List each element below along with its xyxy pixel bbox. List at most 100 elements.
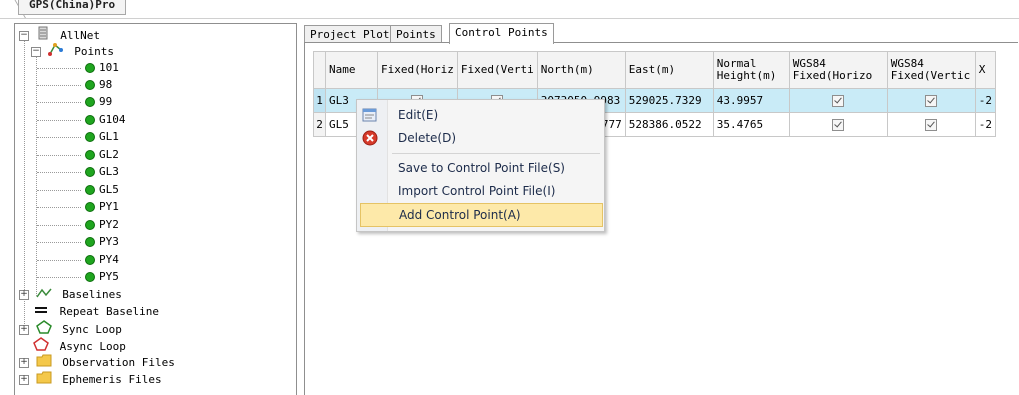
expand-icon[interactable]: +: [19, 358, 29, 368]
tree-point[interactable]: 101: [85, 59, 119, 76]
tree-point[interactable]: PY3: [85, 233, 119, 250]
tree-group-label: Async Loop: [59, 339, 126, 353]
repeat-baseline-icon: [33, 304, 49, 321]
wgs84-fixed-horiz-checkbox[interactable]: [788, 112, 888, 137]
window-tab[interactable]: GPS(China)Pro: [18, 0, 127, 15]
tree-point-label: GL1: [99, 130, 119, 143]
menu-item-label: Add Control Point(A): [399, 208, 521, 222]
column-header[interactable]: Fixed(Horiz: [377, 51, 458, 89]
tree-point-label: 98: [99, 78, 113, 91]
tree-point[interactable]: PY2: [85, 216, 119, 233]
point-dot-icon: [85, 132, 95, 142]
tree-connector: [24, 36, 25, 326]
cell-east[interactable]: 528386.0522: [624, 112, 714, 137]
menu-item-label: Save to Control Point File(S): [398, 161, 565, 175]
tree-group-label: Ephemeris Files: [62, 373, 162, 386]
tree-sync-loop[interactable]: + Sync Loop: [19, 320, 122, 337]
tree-connector: [37, 260, 81, 261]
tree-group-label: Observation Files: [62, 356, 175, 369]
tree-point[interactable]: 98: [85, 76, 112, 93]
row-number: 1: [313, 88, 326, 113]
column-header[interactable]: X: [974, 51, 996, 89]
tree-connector: [37, 102, 81, 103]
project-tree[interactable]: − AllNet − Points 101 98 99 G104 GL1 GL2…: [14, 23, 297, 395]
tree-point[interactable]: GL5: [85, 181, 119, 198]
tree-point[interactable]: GL2: [85, 146, 119, 163]
collapse-icon[interactable]: −: [31, 46, 41, 57]
tree-point[interactable]: GL1: [85, 128, 119, 145]
tree-point[interactable]: GL3: [85, 163, 119, 180]
point-dot-icon: [85, 272, 95, 282]
expand-icon[interactable]: +: [19, 375, 29, 385]
tree-point-label: PY3: [99, 235, 119, 248]
tree-connector: [37, 172, 81, 173]
point-dot-icon: [85, 237, 95, 247]
tree-observation-files[interactable]: + Observation Files: [19, 354, 175, 371]
folder-icon: [36, 371, 52, 389]
tree-baselines[interactable]: + Baselines: [19, 286, 122, 303]
point-dot-icon: [85, 220, 95, 230]
menu-item-label: Import Control Point File(I): [398, 184, 556, 198]
point-dot-icon: [85, 185, 95, 195]
tree-repeat-baseline[interactable]: Repeat Baseline: [33, 303, 159, 320]
tree-root[interactable]: − AllNet: [19, 26, 100, 43]
context-menu: Edit(E) Delete(D) Save to Control Point …: [356, 99, 605, 232]
collapse-icon[interactable]: −: [19, 30, 29, 41]
menu-item-save-control-point-file[interactable]: Save to Control Point File(S): [360, 157, 601, 179]
wgs84-fixed-vert-checkbox[interactable]: [886, 88, 976, 113]
menu-item-label: Delete(D): [398, 131, 457, 145]
menu-item-edit[interactable]: Edit(E): [360, 104, 601, 126]
column-header[interactable]: Fixed(Verti: [456, 51, 538, 89]
tab-points[interactable]: Points: [390, 25, 442, 43]
tree-async-loop[interactable]: Async Loop: [33, 337, 126, 354]
tree-point[interactable]: PY5: [85, 268, 119, 285]
tree-points-group[interactable]: − Points: [31, 42, 114, 59]
cell-x[interactable]: -2: [974, 88, 996, 113]
menu-item-add-control-point[interactable]: Add Control Point(A): [360, 203, 603, 227]
column-header[interactable]: WGS84 Fixed(Vertic: [886, 51, 976, 89]
wgs84-fixed-horiz-checkbox[interactable]: [788, 88, 888, 113]
delete-icon: [362, 130, 378, 146]
row-number-header: [313, 51, 326, 89]
menu-item-delete[interactable]: Delete(D): [360, 127, 601, 149]
point-dot-icon: [85, 255, 95, 265]
tree-point-label: G104: [99, 113, 126, 126]
tab-project-plot[interactable]: Project Plot: [304, 25, 396, 43]
column-header[interactable]: Name: [325, 51, 378, 89]
tree-point-label: 99: [99, 95, 113, 108]
tree-point[interactable]: G104: [85, 111, 126, 128]
column-header[interactable]: WGS84 Fixed(Horizo: [788, 51, 888, 89]
points-icon: [47, 42, 64, 61]
point-dot-icon: [85, 202, 95, 212]
column-header[interactable]: Normal Height(m): [712, 51, 790, 89]
tree-connector: [37, 120, 81, 121]
column-header[interactable]: East(m): [624, 51, 714, 89]
edit-icon: [362, 107, 378, 123]
expand-icon[interactable]: +: [19, 324, 29, 335]
tree-point[interactable]: 99: [85, 93, 112, 110]
wgs84-fixed-vert-checkbox[interactable]: [886, 112, 976, 137]
cell-height[interactable]: 43.9957: [712, 88, 790, 113]
cell-height[interactable]: 35.4765: [712, 112, 790, 137]
tree-group-label: Repeat Baseline: [59, 305, 159, 318]
folder-icon: [36, 354, 52, 372]
cell-east[interactable]: 529025.7329: [624, 88, 714, 113]
tree-point-label: PY5: [99, 270, 119, 283]
tree-point-label: PY2: [99, 218, 119, 231]
title-strip: GPS(China)Pro: [0, 0, 1019, 19]
cell-x[interactable]: -2: [974, 112, 996, 137]
tree-point[interactable]: PY4: [85, 251, 119, 268]
tree-connector: [37, 207, 81, 208]
tree-point-label: PY1: [99, 200, 119, 213]
menu-item-import-control-point-file[interactable]: Import Control Point File(I): [360, 180, 601, 202]
column-header[interactable]: North(m): [536, 51, 626, 89]
tree-ephemeris-files[interactable]: + Ephemeris Files: [19, 371, 162, 388]
tab-control-points[interactable]: Control Points: [449, 23, 554, 44]
expand-icon[interactable]: +: [19, 290, 29, 300]
point-dot-icon: [85, 97, 95, 107]
tree-point[interactable]: PY1: [85, 198, 119, 215]
tree-group-label: Baselines: [62, 288, 122, 301]
tree-group-label: Sync Loop: [62, 322, 122, 336]
row-number: 2: [313, 112, 326, 137]
tree-point-label: 101: [99, 61, 119, 74]
